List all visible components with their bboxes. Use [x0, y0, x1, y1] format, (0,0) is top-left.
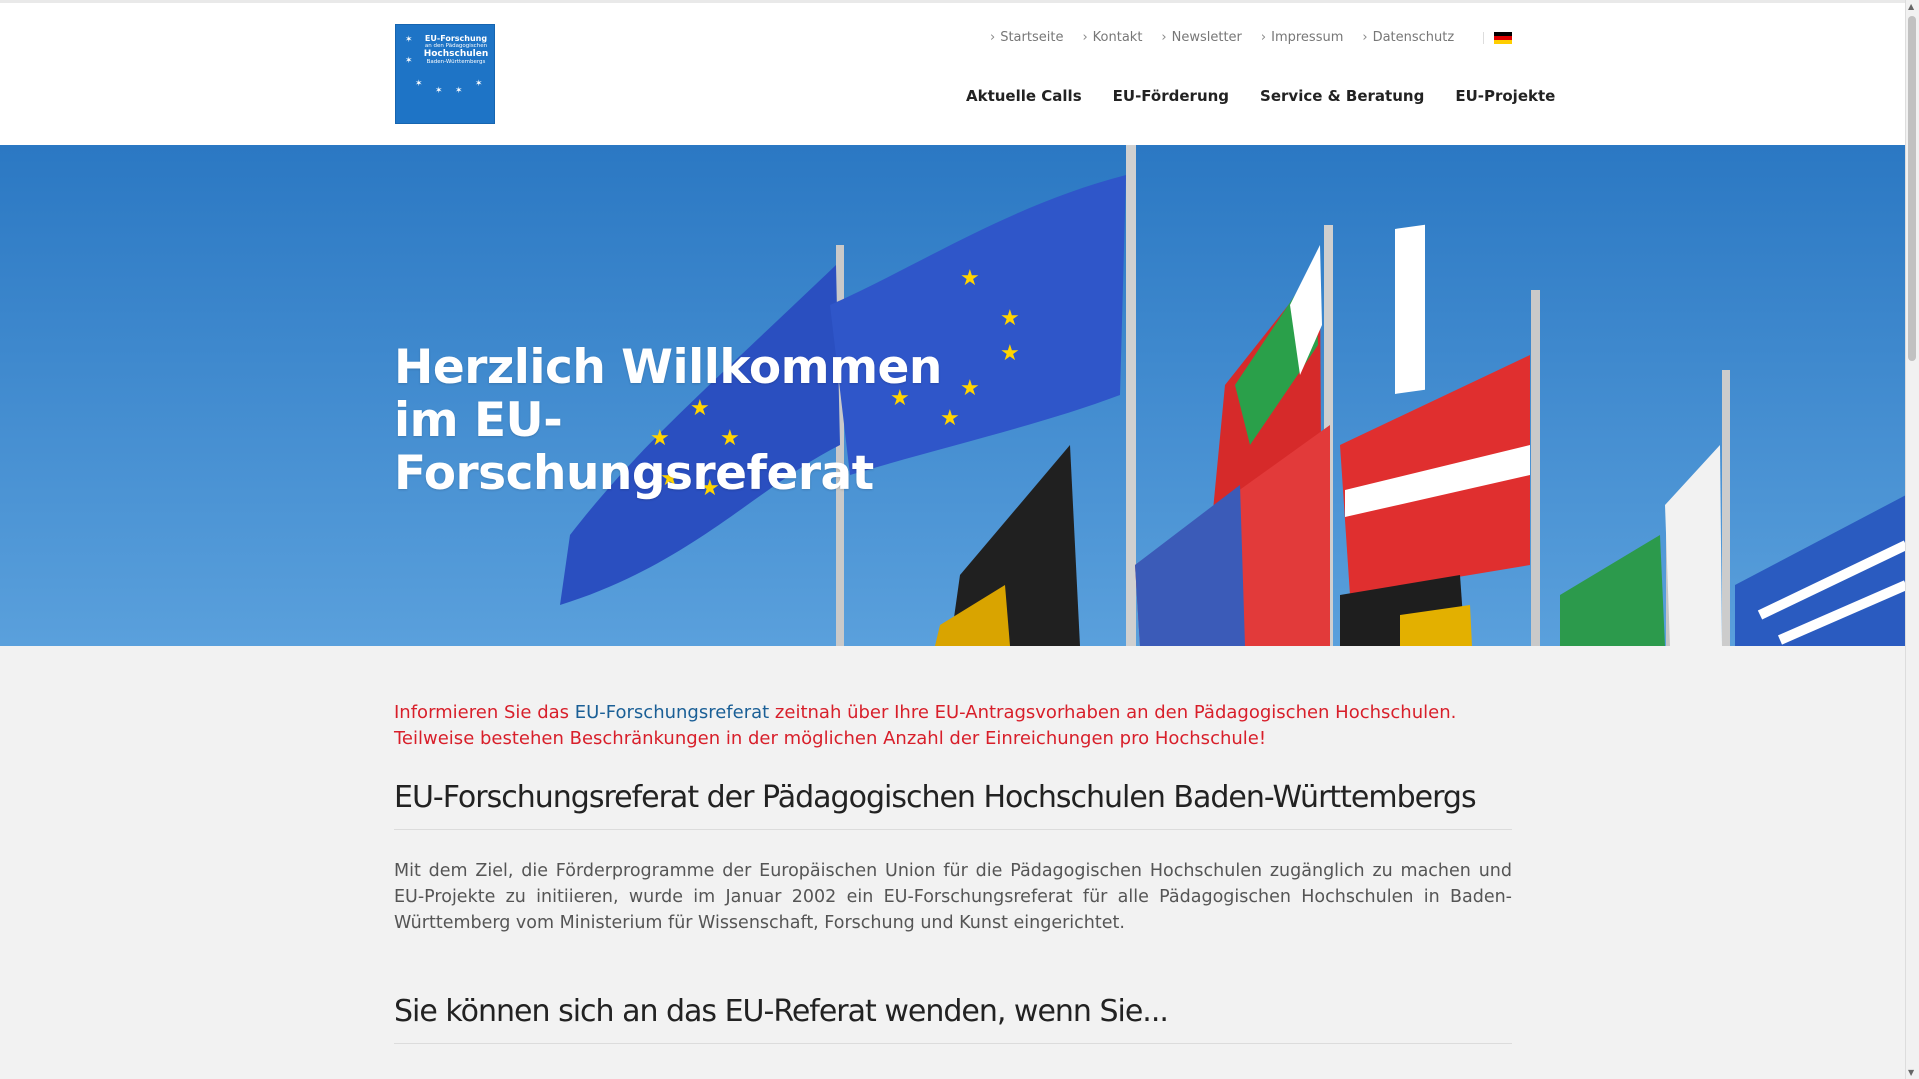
- star-icon: ✶: [415, 79, 423, 89]
- scroll-up-icon[interactable]: ▲: [1908, 2, 1914, 11]
- chevron-right-icon: ›: [1082, 30, 1088, 45]
- topnav-label: Startseite: [1000, 30, 1064, 45]
- scroll-down-icon[interactable]: ▼: [1908, 1068, 1914, 1077]
- main-navigation: Aktuelle Calls EU-Förderung Service & Be…: [966, 87, 1586, 105]
- site-header: ✶ ✶ ✶ ✶ ✶ ✶ EU-Forschung an den Pädagogi…: [0, 3, 1906, 145]
- logo-text: EU-Forschung an den Pädagogischen Hochsc…: [422, 34, 490, 66]
- logo-line-1: EU-Forschung: [424, 34, 488, 43]
- chevron-right-icon: ›: [1362, 30, 1368, 45]
- star-icon: ✶: [405, 35, 413, 45]
- topnav-label: Impressum: [1271, 30, 1344, 45]
- star-icon: ✶: [405, 56, 413, 66]
- topnav-startseite[interactable]: › Startseite: [990, 30, 1063, 45]
- section-heading: Sie können sich an das EU-Referat wenden…: [394, 994, 1512, 1044]
- scrollbar-thumb[interactable]: [1908, 16, 1916, 361]
- svg-text:★: ★: [960, 266, 980, 291]
- flag-stripe: [1494, 39, 1513, 44]
- top-navigation: › Startseite › Kontakt › Newsletter › Impres…: [990, 30, 1513, 45]
- star-icon: ✶: [475, 79, 483, 89]
- topnav-newsletter[interactable]: › Newsletter: [1161, 30, 1241, 45]
- topnav-label: Datenschutz: [1372, 30, 1455, 45]
- topnav-label: Kontakt: [1092, 30, 1143, 45]
- chevron-right-icon: ›: [1260, 30, 1267, 45]
- hero-title-line-2: im EU-: [394, 393, 563, 448]
- chevron-right-icon: ›: [1161, 30, 1167, 45]
- hero-title-line-3: Forschungsreferat: [394, 446, 874, 501]
- topnav-datenschutz[interactable]: › Datenschutz: [1362, 30, 1454, 45]
- hero-title: Herzlich Willkommen im EU- Forschungsref…: [394, 341, 994, 500]
- hero-banner: ★★★ ★★ ★★★ ★★★ Herzlich Willkomme: [0, 145, 1906, 646]
- notice-part: Informieren Sie das: [394, 702, 575, 723]
- hero-title-line-1: Herzlich Willkommen: [394, 340, 942, 395]
- topnav-kontakt[interactable]: › Kontakt: [1082, 30, 1142, 45]
- svg-text:★: ★: [1000, 341, 1020, 366]
- mainnav-eu-foerderung[interactable]: EU-Förderung: [1113, 87, 1229, 105]
- logo-line-3: Hochschulen: [423, 49, 489, 59]
- svg-text:★: ★: [1000, 306, 1020, 331]
- vertical-scrollbar[interactable]: ▲ ▼: [1905, 0, 1919, 1079]
- notice-part: zeitnah über Ihre EU-Antragsvorhaben an …: [769, 702, 1457, 723]
- notice-text: Informieren Sie das EU-Forschungsreferat…: [394, 700, 1512, 752]
- section-paragraph: Mit dem Ziel, die Förderprogramme der Eu…: [394, 861, 1512, 933]
- notice-line-2: Teilweise bestehen Beschränkungen in der…: [394, 728, 1267, 749]
- star-icon: ✶: [435, 86, 443, 96]
- notice-link[interactable]: EU-Forschungsreferat: [575, 702, 769, 723]
- site-logo[interactable]: ✶ ✶ ✶ ✶ ✶ ✶ EU-Forschung an den Pädagogi…: [395, 24, 495, 124]
- main-content: Informieren Sie das EU-Forschungsreferat…: [394, 700, 1512, 1044]
- german-flag-icon[interactable]: [1483, 31, 1513, 44]
- mainnav-aktuelle-calls[interactable]: Aktuelle Calls: [966, 87, 1082, 105]
- section-heading: EU-Forschungsreferat der Pädagogischen H…: [394, 780, 1512, 830]
- mainnav-eu-projekte[interactable]: EU-Projekte: [1455, 87, 1555, 105]
- topnav-impressum[interactable]: › Impressum: [1261, 30, 1343, 45]
- mainnav-service-beratung[interactable]: Service & Beratung: [1260, 87, 1424, 105]
- topnav-label: Newsletter: [1171, 30, 1242, 45]
- star-icon: ✶: [455, 86, 463, 96]
- chevron-right-icon: ›: [990, 30, 996, 45]
- logo-line-4: Baden-Württembergs: [426, 59, 486, 65]
